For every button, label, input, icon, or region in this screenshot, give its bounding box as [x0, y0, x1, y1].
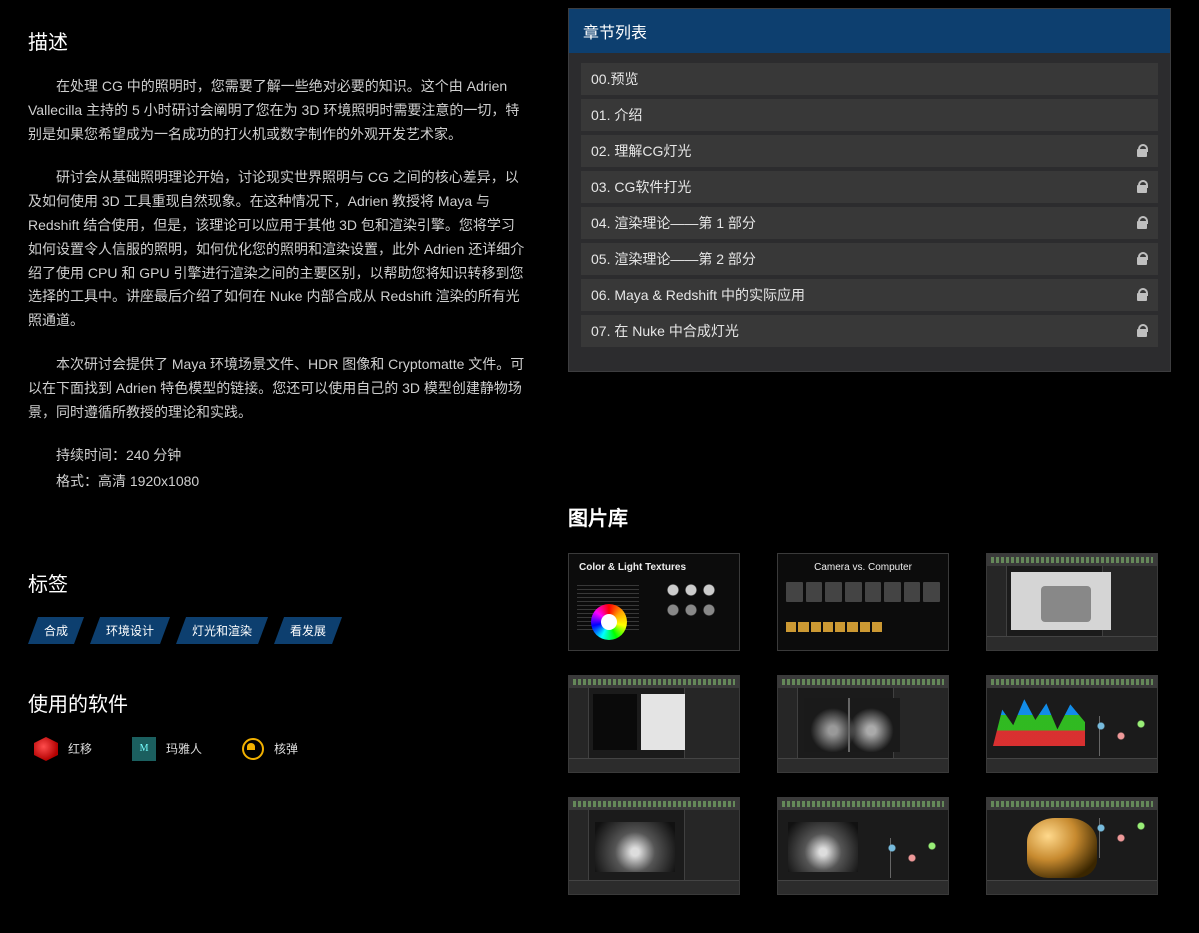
description-title: 描述 — [28, 26, 528, 55]
duration-line: 持续时间：240 分钟 — [28, 444, 528, 468]
lock-icon — [1136, 324, 1148, 338]
chapter-label: 07. 在 Nuke 中合成灯光 — [591, 321, 739, 341]
thumb-menubar — [778, 676, 948, 688]
thumb-placeholder — [661, 580, 731, 620]
chapter-item[interactable]: 04. 渲染理论——第 1 部分 — [581, 207, 1158, 239]
tag-lookdev[interactable]: 看发展 — [274, 617, 342, 644]
thumb-menubar — [987, 554, 1157, 566]
thumb-timeline — [987, 880, 1157, 894]
tag-environment-design[interactable]: 环境设计 — [90, 617, 170, 644]
thumb-menubar — [778, 798, 948, 810]
gallery-grid: Color & Light Textures Camera vs. Comput… — [568, 553, 1171, 895]
lock-icon — [1136, 144, 1148, 158]
description-paragraph: 本次研讨会提供了 Maya 环境场景文件、HDR 图像和 Cryptomatte… — [28, 353, 528, 424]
lock-icon — [1136, 216, 1148, 230]
thumb-viewport — [804, 698, 900, 752]
chapter-item[interactable]: 00.预览 — [581, 63, 1158, 95]
software-row: 红移 M 玛雅人 核弹 — [28, 737, 528, 761]
lock-icon — [1136, 288, 1148, 302]
thumb-menubar — [569, 798, 739, 810]
software-label: 玛雅人 — [166, 740, 202, 757]
thumb-nodes — [1091, 716, 1151, 756]
thumb-nodes — [882, 838, 942, 878]
lock-icon — [1136, 252, 1148, 266]
thumb-timeline — [987, 636, 1157, 650]
description-paragraph: 研讨会从基础照明理论开始，讨论现实世界照明与 CG 之间的核心差异，以及如何使用… — [28, 166, 528, 333]
lock-icon — [1136, 180, 1148, 194]
thumb-placeholder — [786, 582, 940, 602]
chapter-label: 06. Maya & Redshift 中的实际应用 — [591, 285, 805, 305]
thumb-viewport — [595, 822, 675, 872]
gallery-thumb[interactable]: Camera vs. Computer — [777, 553, 949, 651]
chapter-item[interactable]: 07. 在 Nuke 中合成灯光 — [581, 315, 1158, 347]
chapter-label: 00.预览 — [591, 69, 638, 89]
software-title: 使用的软件 — [28, 688, 528, 717]
chapter-item[interactable]: 01. 介绍 — [581, 99, 1158, 131]
tag-row: 合成 环境设计 灯光和渲染 看发展 — [28, 617, 528, 644]
gallery-thumb[interactable] — [986, 675, 1158, 773]
software-label: 核弹 — [274, 740, 298, 757]
chapter-item[interactable]: 03. CG软件打光 — [581, 171, 1158, 203]
software-label: 红移 — [68, 740, 92, 757]
chapter-item[interactable]: 02. 理解CG灯光 — [581, 135, 1158, 167]
thumb-timeline — [569, 758, 739, 772]
gallery-thumb[interactable] — [568, 675, 740, 773]
redshift-icon — [34, 737, 58, 761]
thumb-caption: Color & Light Textures — [579, 562, 739, 573]
thumb-timeline — [987, 758, 1157, 772]
thumb-menubar — [987, 798, 1157, 810]
chapter-item[interactable]: 05. 渲染理论——第 2 部分 — [581, 243, 1158, 275]
thumb-chart — [993, 694, 1085, 746]
gallery-thumb[interactable] — [777, 675, 949, 773]
software-maya[interactable]: M 玛雅人 — [132, 737, 202, 761]
chapters-header: 章节列表 — [569, 9, 1170, 53]
chapter-label: 01. 介绍 — [591, 105, 642, 125]
color-wheel-icon — [591, 604, 627, 640]
chapters-panel: 章节列表 00.预览 01. 介绍 02. 理解CG灯光 03. CG软件打光 04. … — [568, 8, 1171, 372]
gallery-thumb[interactable]: Color & Light Textures — [568, 553, 740, 651]
thumb-placeholder — [786, 622, 882, 632]
thumb-viewport — [641, 694, 685, 750]
thumb-timeline — [778, 758, 948, 772]
gallery-thumb[interactable] — [568, 797, 740, 895]
thumb-viewport — [788, 822, 858, 872]
maya-icon: M — [132, 737, 156, 761]
gallery-title: 图片库 — [568, 502, 1171, 531]
chapter-label: 03. CG软件打光 — [591, 177, 691, 197]
chapter-label: 02. 理解CG灯光 — [591, 141, 691, 161]
description-paragraph: 在处理 CG 中的照明时，您需要了解一些绝对必要的知识。这个由 Adrien V… — [28, 75, 528, 146]
gallery-thumb[interactable] — [986, 553, 1158, 651]
chapter-label: 05. 渲染理论——第 2 部分 — [591, 249, 756, 269]
chapter-item[interactable]: 06. Maya & Redshift 中的实际应用 — [581, 279, 1158, 311]
chapter-label: 04. 渲染理论——第 1 部分 — [591, 213, 756, 233]
thumb-menubar — [987, 676, 1157, 688]
thumb-menubar — [569, 676, 739, 688]
tags-title: 标签 — [28, 568, 528, 597]
nuke-icon — [242, 738, 264, 760]
description-body: 在处理 CG 中的照明时，您需要了解一些绝对必要的知识。这个由 Adrien V… — [28, 75, 528, 494]
tag-compositing[interactable]: 合成 — [28, 617, 84, 644]
thumb-caption: Camera vs. Computer — [778, 562, 948, 573]
gallery-thumb[interactable] — [986, 797, 1158, 895]
gallery-thumb[interactable] — [777, 797, 949, 895]
thumb-nodes — [1091, 818, 1151, 858]
thumb-viewport — [593, 694, 637, 750]
thumb-viewport — [1027, 818, 1097, 878]
tag-lighting-rendering[interactable]: 灯光和渲染 — [176, 617, 268, 644]
software-redshift[interactable]: 红移 — [34, 737, 92, 761]
thumb-viewport — [1011, 572, 1111, 630]
thumb-timeline — [569, 880, 739, 894]
format-line: 格式：高清 1920x1080 — [28, 470, 528, 494]
thumb-timeline — [778, 880, 948, 894]
software-nuke[interactable]: 核弹 — [242, 738, 298, 760]
